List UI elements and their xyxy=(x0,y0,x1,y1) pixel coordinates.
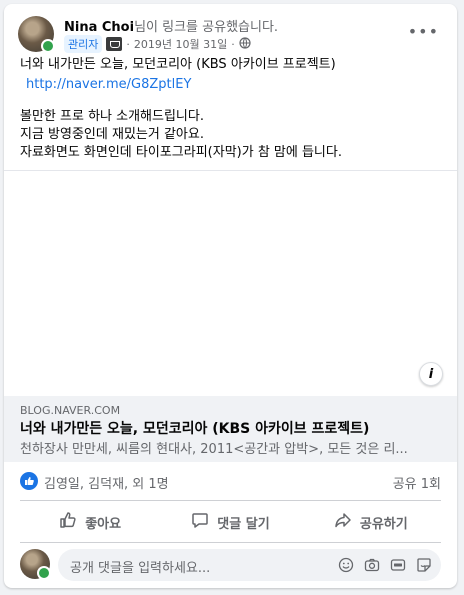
emoji-icon[interactable] xyxy=(337,556,355,574)
action-bar: 좋아요 댓글 달기 공유하기 xyxy=(20,504,441,540)
post-header: Nina Choi님이 링크를 공유했습니다. 관리자 · 2019년 10월 … xyxy=(18,14,445,56)
comment-placeholder: 공개 댓글을 입력하세요... xyxy=(70,561,211,576)
post-link[interactable]: http://naver.me/G8ZptlEY xyxy=(26,76,445,94)
link-preview-description: 천하장사 만만세, 씨름의 현대사, 2011<공간과 압박>, 모든 것은 리… xyxy=(20,442,408,457)
post-body: 너와 내가만든 오늘, 모던코리아 (KBS 아카이브 프로젝트) http:/… xyxy=(20,56,445,162)
admin-badge[interactable]: 관리자 xyxy=(64,35,103,53)
online-status-indicator xyxy=(37,566,51,580)
sticker-icon[interactable] xyxy=(415,556,433,574)
reactions-bar: 김영일, 김덕재, 외 1명 공유 1회 xyxy=(20,470,441,496)
coffee-icon xyxy=(106,37,123,51)
comment-tools xyxy=(337,556,433,574)
likers-text[interactable]: 김영일, 김덕재, 외 1명 xyxy=(44,473,169,492)
online-status-indicator xyxy=(41,39,55,53)
link-preview-title: 너와 내가만든 오늘, 모던코리아 (KBS 아카이브 프로젝트) xyxy=(20,421,370,437)
meta-separator-2: · xyxy=(231,37,235,51)
comment-icon xyxy=(191,511,209,533)
link-preview-domain: BLOG.NAVER.COM xyxy=(20,404,121,417)
divider xyxy=(20,542,441,543)
meta-separator: · xyxy=(126,37,130,51)
share-button-label: 공유하기 xyxy=(359,516,408,532)
post-meta: 관리자 · 2019년 10월 31일 · xyxy=(64,35,251,53)
camera-icon[interactable] xyxy=(363,556,381,574)
divider xyxy=(20,500,441,501)
like-button-label: 좋아요 xyxy=(85,516,122,532)
post-text-title: 너와 내가만든 오늘, 모던코리아 (KBS 아카이브 프로젝트) xyxy=(20,57,336,72)
post-date[interactable]: 2019년 10월 31일 xyxy=(134,36,227,52)
post-text-line: 자료화면도 화면인데 타이포그라피(자막)가 참 맘에 듭니다. xyxy=(20,145,342,160)
user-avatar[interactable] xyxy=(20,549,51,580)
like-button[interactable]: 좋아요 xyxy=(20,504,160,540)
share-button[interactable]: 공유하기 xyxy=(301,504,441,540)
comment-composer: 공개 댓글을 입력하세요... xyxy=(20,549,441,581)
post-text-line: 볼만한 프로 하나 소개해드립니다. xyxy=(20,109,204,124)
thumbs-up-icon xyxy=(59,511,77,533)
author-name[interactable]: Nina Choi xyxy=(64,20,134,35)
share-icon xyxy=(334,511,352,533)
author-avatar[interactable] xyxy=(18,16,55,53)
share-count[interactable]: 공유 1회 xyxy=(393,473,441,492)
post-text-line: 지금 방영중인데 재밌는거 같아요. xyxy=(20,127,204,142)
globe-icon xyxy=(239,36,251,52)
like-reaction-icon[interactable] xyxy=(20,472,38,490)
info-icon[interactable]: i xyxy=(419,362,443,386)
gif-icon[interactable] xyxy=(389,556,407,574)
post-card: Nina Choi님이 링크를 공유했습니다. 관리자 · 2019년 10월 … xyxy=(4,4,457,588)
post-header-line: Nina Choi님이 링크를 공유했습니다. xyxy=(64,16,278,35)
header-suffix: 님이 링크를 공유했습니다. xyxy=(134,20,279,35)
link-preview-image[interactable]: i xyxy=(4,170,457,397)
comment-button[interactable]: 댓글 달기 xyxy=(160,504,300,540)
link-preview-caption[interactable]: BLOG.NAVER.COM 너와 내가만든 오늘, 모던코리아 (KBS 아카… xyxy=(4,396,457,462)
more-options-icon[interactable]: ••• xyxy=(408,22,439,41)
comment-input[interactable]: 공개 댓글을 입력하세요... xyxy=(58,549,441,581)
comment-button-label: 댓글 달기 xyxy=(217,516,270,532)
